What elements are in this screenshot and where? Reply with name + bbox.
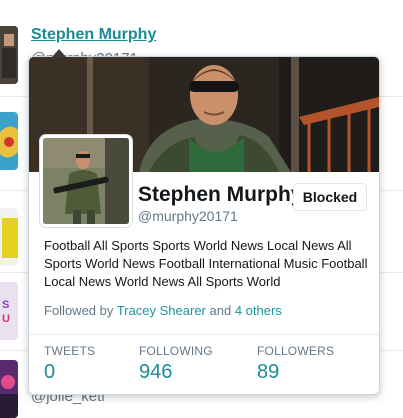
feed-avatar[interactable] [0, 26, 18, 84]
stat-followers[interactable]: FOLLOWERS 89 [257, 344, 334, 384]
profile-full-name[interactable]: Stephen Murphy [138, 183, 303, 207]
stats-divider [29, 334, 379, 335]
blocked-button[interactable]: Blocked [293, 183, 367, 211]
stat-tweets[interactable]: TWEETS 0 [44, 344, 95, 384]
stat-tweets-value: 0 [44, 361, 56, 383]
stat-following[interactable]: FOLLOWING 946 [139, 344, 213, 384]
followed-by-line: Followed by Tracey Shearer and 4 others [44, 303, 282, 318]
feed-user-name-link[interactable]: Stephen Murphy [31, 26, 156, 44]
profile-hover-card: Stephen Murphy @murphy20171 Blocked Foot… [28, 56, 380, 395]
feed-avatar[interactable]: SU [0, 282, 18, 340]
follower-user-link[interactable]: Tracey Shearer [117, 303, 206, 318]
followed-by-prefix: Followed by [44, 303, 114, 318]
profile-avatar[interactable] [40, 135, 132, 227]
feed-avatar[interactable] [0, 112, 18, 170]
feed-avatar[interactable] [0, 360, 18, 418]
stat-followers-label: FOLLOWERS [257, 344, 335, 358]
svg-text:U: U [2, 313, 10, 325]
stat-followers-value: 89 [257, 361, 280, 383]
card-caret [52, 49, 66, 57]
stat-tweets-label: TWEETS [44, 344, 96, 358]
stat-following-value: 946 [139, 361, 173, 383]
feed-avatar[interactable] [0, 208, 18, 266]
followed-by-conjunction: and [209, 303, 232, 318]
svg-text:S: S [2, 299, 9, 311]
stat-following-label: FOLLOWING [139, 344, 213, 358]
followers-others-link[interactable]: 4 others [235, 303, 282, 318]
profile-screen-name: @murphy20171 [138, 208, 238, 224]
profile-bio: Football All Sports Sports World News Lo… [44, 238, 368, 289]
